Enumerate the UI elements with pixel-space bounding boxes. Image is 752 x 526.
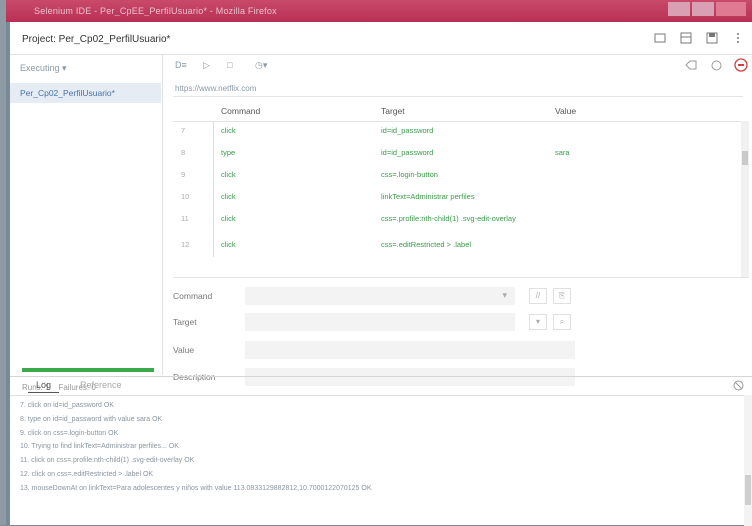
target-field-label: Target: [173, 317, 197, 327]
runs-progress-bar: [22, 368, 154, 372]
row-divider: [213, 143, 214, 165]
table-row[interactable]: 7 click id=id_password: [173, 121, 739, 143]
log-line: 11. click on css=.profile:nth-child(1) .…: [20, 457, 195, 465]
table-scrollbar[interactable]: [741, 121, 749, 277]
find-target-icon[interactable]: ⌕: [553, 314, 571, 330]
selenium-ide-app: Project: Per_Cp02_PerfilUsuario* Executi…: [10, 22, 752, 526]
log-output: 7. click on id=id_password OK 8. type on…: [20, 399, 730, 496]
save-project-icon[interactable]: [706, 32, 718, 44]
value-field-row: Value: [173, 341, 593, 359]
column-header-value: Value: [555, 106, 577, 116]
row-command: click: [221, 240, 236, 249]
row-target: id=id_password: [381, 148, 434, 157]
test-sidebar: Executing ▾ Per_Cp02_PerfilUsuario* Runs…: [10, 55, 163, 392]
table-row[interactable]: 8 type id=id_password sara: [173, 143, 739, 165]
project-actions: [654, 32, 744, 44]
row-command: click: [221, 192, 236, 201]
table-scrollbar-thumb[interactable]: [742, 151, 748, 165]
command-select[interactable]: ▾: [245, 287, 515, 305]
tab-log[interactable]: Log: [28, 380, 60, 393]
row-target: css=.profile:nth-child(1) .svg-edit-over…: [381, 214, 516, 223]
log-panel: Log Reference 7. click on id=id_password…: [10, 376, 752, 526]
log-line: 12. click on css=.editRestricted > .labe…: [20, 470, 154, 478]
value-field-label: Value: [173, 345, 195, 355]
row-divider: [213, 165, 214, 187]
row-target: css=.login-button: [381, 170, 438, 179]
speed-dropdown[interactable]: ◷▾: [255, 60, 267, 71]
row-divider: [213, 121, 214, 143]
row-target: css=.editRestricted > .label: [381, 240, 472, 249]
log-scrollbar-thumb[interactable]: [745, 475, 751, 505]
log-tabs: Log Reference: [10, 377, 752, 396]
project-title: Project: Per_Cp02_PerfilUsuario*: [22, 34, 171, 45]
row-target: id=id_password: [381, 126, 434, 135]
desktop-edge: [0, 0, 6, 525]
row-number: 12: [181, 240, 190, 249]
column-header-target: Target: [381, 106, 405, 116]
row-number: 7: [181, 126, 186, 135]
log-scrollbar[interactable]: [744, 395, 752, 526]
row-divider: [213, 209, 214, 235]
row-number: 10: [181, 192, 190, 201]
table-row[interactable]: 12 click css=.editRestricted > .label: [173, 235, 739, 257]
table-row[interactable]: 10 click linkText=Administrar perfiles: [173, 187, 739, 209]
chevron-down-icon: ▾: [62, 63, 67, 73]
row-command: click: [221, 126, 236, 135]
open-reference-button[interactable]: ⎘: [553, 288, 571, 304]
new-project-icon[interactable]: [654, 32, 666, 44]
stop-recording-icon[interactable]: [734, 58, 748, 74]
toggle-comment-button[interactable]: //: [529, 288, 547, 304]
window-title: Selenium IDE - Per_CpEE_PerfilUsuario* -…: [34, 6, 277, 16]
row-number: 9: [181, 170, 186, 179]
row-number: 11: [181, 214, 189, 223]
column-header-command: Command: [221, 106, 261, 116]
commands-table: Command Target Value 7 click id=id_passw…: [173, 101, 749, 278]
row-divider: [213, 187, 214, 209]
row-command: type: [221, 148, 236, 157]
log-line: 8. type on id=id_password with value sar…: [20, 415, 163, 423]
window-titlebar: Selenium IDE - Per_CpEE_PerfilUsuario* -…: [6, 0, 752, 22]
open-project-icon[interactable]: [680, 32, 692, 44]
log-line: 13. mouseDownAt on linkText=Para adolesc…: [20, 484, 372, 492]
log-line: 9. click on css=.login-button OK: [20, 429, 119, 437]
chevron-down-icon: ▾: [502, 290, 507, 300]
target-input[interactable]: [245, 313, 515, 331]
test-editor: D≡ ▷ □ ◷▾ https://www.netflix.com Comman…: [163, 55, 752, 386]
row-target: linkText=Administrar perfiles: [381, 192, 475, 201]
tab-reference[interactable]: Reference: [80, 380, 122, 390]
log-line: 10. Trying to find linkText=Administrar …: [20, 443, 179, 451]
run-all-tests-button[interactable]: D≡: [175, 60, 187, 70]
executing-label: Executing: [20, 63, 60, 73]
table-row[interactable]: 9 click css=.login-button: [173, 165, 739, 187]
table-row[interactable]: 11 click css=.profile:nth-child(1) .svg-…: [173, 209, 739, 235]
window-controls: [668, 2, 746, 16]
disable-breakpoints-icon[interactable]: [685, 60, 697, 72]
executing-dropdown[interactable]: Executing ▾: [14, 59, 152, 77]
minimize-button[interactable]: [668, 2, 690, 16]
value-input[interactable]: [245, 341, 575, 359]
row-value: sara: [555, 148, 570, 157]
pause-on-exceptions-icon[interactable]: [711, 60, 722, 73]
row-divider: [213, 235, 214, 257]
close-window-button[interactable]: [716, 2, 746, 16]
command-field-label: Command: [173, 291, 213, 301]
pause-button[interactable]: □: [227, 60, 232, 70]
sidebar-test-item[interactable]: Per_Cp02_PerfilUsuario*: [10, 83, 161, 103]
target-dropdown-button[interactable]: ▾: [529, 314, 547, 330]
more-options-icon[interactable]: [732, 32, 744, 44]
run-toolbar: D≡ ▷ □ ◷▾: [163, 55, 752, 77]
row-command: click: [221, 214, 236, 223]
row-command: click: [221, 170, 236, 179]
maximize-button[interactable]: [692, 2, 714, 16]
run-current-test-button[interactable]: ▷: [203, 60, 210, 71]
clear-log-icon[interactable]: [733, 380, 744, 393]
row-number: 8: [181, 148, 186, 157]
table-header: Command Target Value: [173, 101, 749, 122]
base-url-input[interactable]: https://www.netflix.com: [173, 81, 743, 97]
project-header: Project: Per_Cp02_PerfilUsuario*: [10, 22, 752, 55]
log-line: 7. click on id=id_password OK: [20, 402, 114, 409]
